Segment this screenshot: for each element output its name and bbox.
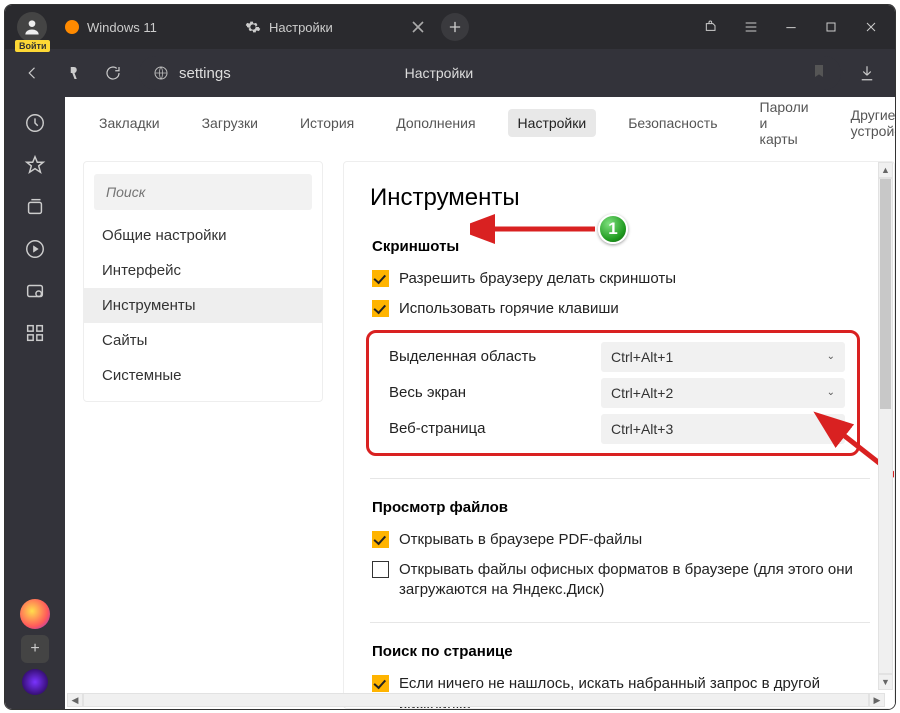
checkbox-label: Открывать в браузере PDF-файлы xyxy=(399,530,642,550)
sidebar-item-sites[interactable]: Сайты xyxy=(84,323,322,358)
section-fileview-title: Просмотр файлов xyxy=(372,499,894,516)
hotkey-select[interactable]: Ctrl+Alt+1⌄ xyxy=(601,342,845,372)
tab-title: Настройки xyxy=(269,20,403,35)
tab-settings[interactable]: Настройки xyxy=(235,10,435,44)
search-input[interactable] xyxy=(94,174,312,210)
tab-title: Windows 11 xyxy=(87,20,225,35)
hotkey-label: Веб-страница xyxy=(375,420,601,437)
tab-passwords[interactable]: Пароли и карты xyxy=(750,97,819,153)
menu-icon[interactable] xyxy=(731,7,771,47)
hotkey-label: Выделенная область xyxy=(375,348,601,365)
section-screenshots-title: Скриншоты xyxy=(372,238,894,255)
address-text: settings xyxy=(179,65,231,82)
sidebar-item-interface[interactable]: Интерфейс xyxy=(84,253,322,288)
tab-bookmarks[interactable]: Закладки xyxy=(89,109,170,137)
apps-icon[interactable] xyxy=(23,321,47,345)
minimize-icon[interactable] xyxy=(771,7,811,47)
tab-settings-nav[interactable]: Настройки xyxy=(508,109,597,137)
toolbar: settings Настройки xyxy=(5,49,895,97)
collections-icon[interactable] xyxy=(23,195,47,219)
tab-history[interactable]: История xyxy=(290,109,364,137)
yandex-button[interactable] xyxy=(59,59,87,87)
star-icon[interactable] xyxy=(23,153,47,177)
hotkeys-highlighted-box: Выделенная область Ctrl+Alt+1⌄ Весь экра… xyxy=(366,330,860,456)
downloads-icon[interactable] xyxy=(853,59,881,87)
browser-window: Войти Windows 11 Настройки xyxy=(4,4,896,710)
chevron-down-icon: ⌄ xyxy=(827,423,835,434)
bookmark-icon[interactable] xyxy=(811,63,827,83)
site-info-icon[interactable] xyxy=(153,65,169,81)
divider xyxy=(370,478,870,479)
body: + Закладки Загрузки История Дополнения Н… xyxy=(5,97,895,709)
left-sidebar: + xyxy=(5,97,65,709)
tab-addons[interactable]: Дополнения xyxy=(386,109,485,137)
history-icon[interactable] xyxy=(23,111,47,135)
tab-favicon-icon xyxy=(65,20,79,34)
hotkey-label: Весь экран xyxy=(375,384,601,401)
settings-sidebar: Общие настройки Интерфейс Инструменты Са… xyxy=(83,161,323,402)
profile-avatar[interactable]: Войти xyxy=(17,12,47,42)
divider xyxy=(370,622,870,623)
gear-icon xyxy=(245,19,261,35)
new-tab-button[interactable] xyxy=(441,13,469,41)
hotkey-row: Веб-страница Ctrl+Alt+3⌄ xyxy=(375,411,851,447)
hotkey-select[interactable]: Ctrl+Alt+3⌄ xyxy=(601,414,845,444)
address-bar[interactable]: settings Настройки xyxy=(139,56,841,90)
checkbox-label: Открывать файлы офисных форматов в брауз… xyxy=(399,560,894,601)
window-close-icon[interactable] xyxy=(851,7,891,47)
hotkey-select[interactable]: Ctrl+Alt+2⌄ xyxy=(601,378,845,408)
checkbox-open-pdf[interactable] xyxy=(372,531,389,548)
add-panel-button[interactable]: + xyxy=(21,635,49,663)
page-content: Закладки Загрузки История Дополнения Нас… xyxy=(65,97,895,709)
login-badge[interactable]: Войти xyxy=(15,40,50,52)
hotkey-row: Весь экран Ctrl+Alt+2⌄ xyxy=(375,375,851,411)
sidebar-item-system[interactable]: Системные xyxy=(84,358,322,393)
sidebar-item-tools[interactable]: Инструменты xyxy=(84,288,322,323)
chevron-down-icon: ⌄ xyxy=(827,387,835,398)
checkbox-label: Использовать горячие клавиши xyxy=(399,299,619,319)
section-pagesearch-title: Поиск по странице xyxy=(372,643,894,660)
checkbox-open-office[interactable] xyxy=(372,561,389,578)
checkbox-search-layout[interactable] xyxy=(372,675,389,692)
tab-windows11[interactable]: Windows 11 xyxy=(55,10,235,44)
checkbox-label: Разрешить браузеру делать скриншоты xyxy=(399,269,676,289)
play-icon[interactable] xyxy=(23,237,47,261)
screenshot-icon[interactable] xyxy=(23,279,47,303)
checkbox-allow-screenshots[interactable] xyxy=(372,270,389,287)
back-button[interactable] xyxy=(19,59,47,87)
address-title: Настройки xyxy=(405,65,474,81)
services-icon[interactable] xyxy=(20,599,50,629)
sidebar-item-general[interactable]: Общие настройки xyxy=(84,218,322,253)
tab-downloads[interactable]: Загрузки xyxy=(192,109,268,137)
reload-button[interactable] xyxy=(99,59,127,87)
tab-security[interactable]: Безопасность xyxy=(618,109,727,137)
hotkey-row: Выделенная область Ctrl+Alt+1⌄ xyxy=(375,339,851,375)
tab-devices[interactable]: Другие устройства xyxy=(841,101,895,145)
chevron-down-icon: ⌄ xyxy=(827,351,835,362)
settings-tabs: Закладки Загрузки История Дополнения Нас… xyxy=(65,97,895,149)
extensions-icon[interactable] xyxy=(691,7,731,47)
horizontal-scrollbar[interactable]: ◀ ▶ xyxy=(67,693,885,707)
vertical-scrollbar[interactable]: ▲ ▼ xyxy=(878,162,893,690)
checkbox-use-hotkeys[interactable] xyxy=(372,300,389,317)
close-icon[interactable] xyxy=(411,20,425,34)
alice-icon[interactable] xyxy=(22,669,48,695)
panel-heading: Инструменты xyxy=(370,184,894,212)
titlebar: Войти Windows 11 Настройки xyxy=(5,5,895,49)
settings-panel: Инструменты Скриншоты Разрешить браузеру… xyxy=(343,161,895,709)
maximize-icon[interactable] xyxy=(811,7,851,47)
